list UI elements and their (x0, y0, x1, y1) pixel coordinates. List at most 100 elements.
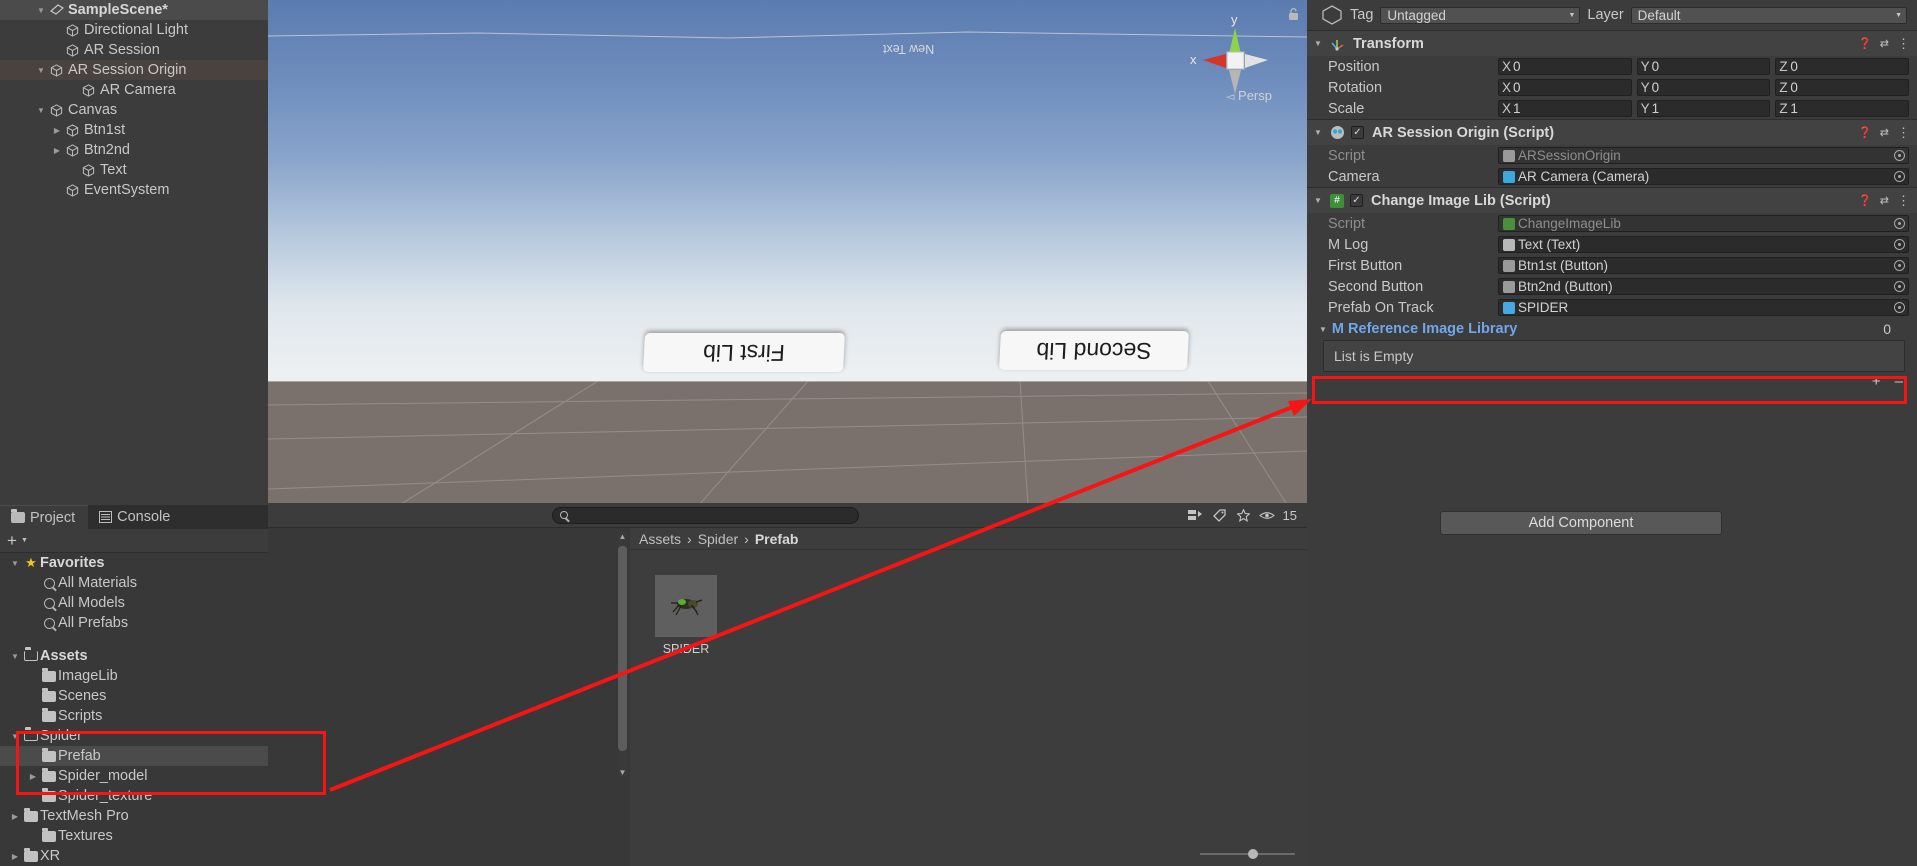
project-tree-scrollbar[interactable]: ▲ ▼ (618, 532, 627, 777)
project-tree-item-xr[interactable]: ▶ XR (0, 846, 268, 866)
chevron-down-icon[interactable]: ▼ (34, 106, 48, 115)
chevron-down-icon[interactable]: ▼ (34, 6, 48, 15)
m-log-object-field[interactable]: Text (Text) (1498, 236, 1909, 253)
chevron-down-icon[interactable]: ▼ (8, 559, 22, 568)
rotation-z-field[interactable]: Z0 (1775, 79, 1910, 96)
rotation-y-field[interactable]: Y0 (1636, 79, 1771, 96)
create-add-icon[interactable]: + (7, 532, 17, 549)
chevron-down-icon[interactable]: ▼ (1319, 325, 1327, 334)
project-tree-item-spider-model[interactable]: ▶ Spider_model (0, 766, 268, 786)
component-menu-icon[interactable]: ⋮ (1897, 36, 1910, 52)
tab-project[interactable]: Project (0, 505, 89, 529)
project-tree-item-all-models[interactable]: All Models (0, 593, 268, 613)
scene-plane-second[interactable]: Second Lib (998, 331, 1190, 370)
filter-by-label-icon[interactable] (1211, 507, 1228, 524)
breadcrumb-assets[interactable]: Assets (639, 531, 681, 547)
add-component-button[interactable]: Add Component (1440, 511, 1722, 535)
component-header[interactable]: ▼ Transform ❓ ⇄ ⋮ (1307, 31, 1917, 56)
lock-icon[interactable] (1288, 8, 1299, 21)
chevron-right-icon[interactable]: ▶ (50, 146, 64, 155)
scale-y-field[interactable]: Y1 (1636, 100, 1771, 117)
second-button-object-field[interactable]: Btn2nd (Button) (1498, 278, 1909, 295)
hierarchy-item-ar-session[interactable]: AR Session (0, 40, 268, 60)
scene-camera-mode[interactable]: ◅ Persp (1226, 88, 1272, 103)
project-tree-item-all-materials[interactable]: All Materials (0, 573, 268, 593)
tab-console[interactable]: Console (88, 505, 183, 529)
scale-x-field[interactable]: X1 (1498, 100, 1632, 117)
chevron-right-icon[interactable]: ▶ (26, 772, 40, 781)
hierarchy-item-text[interactable]: Text (0, 160, 268, 180)
preset-icon[interactable]: ⇄ (1880, 37, 1889, 50)
component-header[interactable]: ▼ # ✓ Change Image Lib (Script) ❓ ⇄ ⋮ (1307, 188, 1917, 213)
help-icon[interactable]: ❓ (1858, 126, 1872, 139)
search-input[interactable] (552, 506, 859, 524)
visibility-eye-icon[interactable] (1259, 507, 1276, 524)
project-tree-item-imagelib[interactable]: ImageLib (0, 666, 268, 686)
hierarchy-item-eventsystem[interactable]: EventSystem (0, 180, 268, 200)
project-tree-item-textures[interactable]: Textures (0, 826, 268, 846)
component-enabled-checkbox[interactable]: ✓ (1350, 194, 1363, 207)
object-picker-icon[interactable] (1894, 260, 1905, 271)
scale-z-field[interactable]: Z1 (1775, 100, 1910, 117)
breadcrumb-spider[interactable]: Spider (698, 531, 738, 547)
project-tree-item-spider-texture[interactable]: Spider_texture (0, 786, 268, 806)
project-tree[interactable]: ▼ ★ Favorites All Materials All Models All Pr… (0, 553, 268, 866)
object-picker-icon[interactable] (1894, 218, 1905, 229)
chevron-down-icon[interactable]: ▼ (34, 66, 48, 75)
layer-dropdown[interactable]: Default ▼ (1630, 6, 1907, 24)
first-button-object-field[interactable]: Btn1st (Button) (1498, 257, 1909, 274)
script-object-field[interactable]: ChangeImageLib (1498, 215, 1909, 232)
component-menu-icon[interactable]: ⋮ (1897, 193, 1910, 209)
chevron-down-icon[interactable]: ▼ (1314, 128, 1324, 137)
component-header[interactable]: ▼ ✓ AR Session Origin (Script) ❓ ⇄ ⋮ (1307, 120, 1917, 145)
project-tree-item-assets[interactable]: ▼ Assets (0, 646, 268, 666)
object-picker-icon[interactable] (1894, 302, 1905, 313)
camera-object-field[interactable]: AR Camera (Camera) (1498, 168, 1909, 185)
help-icon[interactable]: ❓ (1858, 194, 1872, 207)
preset-icon[interactable]: ⇄ (1880, 194, 1889, 207)
filter-by-type-icon[interactable] (1187, 507, 1204, 524)
asset-zoom-slider[interactable] (1200, 849, 1295, 859)
scene-plane-first[interactable]: First Lib (642, 333, 846, 372)
preset-icon[interactable]: ⇄ (1880, 126, 1889, 139)
tag-dropdown[interactable]: Untagged ▼ (1380, 6, 1581, 24)
chevron-down-icon[interactable]: ▼ (8, 732, 22, 741)
project-tree-item-spider[interactable]: ▼ Spider (0, 726, 268, 746)
object-picker-icon[interactable] (1894, 171, 1905, 182)
hierarchy-item-btn2nd[interactable]: ▶ Btn2nd (0, 140, 268, 160)
hierarchy-item-canvas[interactable]: ▼ Canvas (0, 100, 268, 120)
help-icon[interactable]: ❓ (1858, 37, 1872, 50)
search-field[interactable] (567, 507, 858, 523)
script-object-field[interactable]: ARSessionOrigin (1498, 147, 1909, 164)
prefab-on-track-object-field[interactable]: SPIDER (1498, 299, 1909, 316)
rotation-x-field[interactable]: X0 (1498, 79, 1632, 96)
scene-view[interactable]: New Text First Lib Second Lib y x ◅ Pers… (268, 0, 1307, 503)
hierarchy-item-ar-session-origin[interactable]: ▼ AR Session Origin (0, 60, 268, 80)
scrollbar-thumb[interactable] (618, 546, 627, 751)
chevron-right-icon[interactable]: ▶ (50, 126, 64, 135)
hierarchy-item-directional-light[interactable]: Directional Light (0, 20, 268, 40)
project-tree-item-all-prefabs[interactable]: All Prefabs (0, 613, 268, 633)
project-tree-item-scripts[interactable]: Scripts (0, 706, 268, 726)
reference-image-library-list[interactable]: List is Empty (1323, 340, 1905, 372)
breadcrumb-prefab[interactable]: Prefab (755, 531, 799, 547)
chevron-right-icon[interactable]: ▶ (8, 852, 22, 861)
project-tree-item-textmesh-pro[interactable]: ▶ TextMesh Pro (0, 806, 268, 826)
object-picker-icon[interactable] (1894, 150, 1905, 161)
favorite-star-icon[interactable] (1235, 507, 1252, 524)
hierarchy-item-ar-camera[interactable]: AR Camera (0, 80, 268, 100)
project-tree-item-scenes[interactable]: Scenes (0, 686, 268, 706)
component-menu-icon[interactable]: ⋮ (1897, 125, 1910, 141)
chevron-down-icon[interactable]: ▼ (1314, 196, 1324, 205)
hierarchy-panel[interactable]: ▼ SampleScene* Directional Light AR Session… (0, 0, 268, 505)
component-enabled-checkbox[interactable]: ✓ (1351, 126, 1364, 139)
chevron-down-icon[interactable]: ▼ (8, 652, 22, 661)
chevron-right-icon[interactable]: ▶ (8, 812, 22, 821)
list-add-button[interactable]: + (1872, 373, 1881, 390)
asset-item-spider[interactable]: SPIDER (655, 575, 717, 656)
chevron-down-icon[interactable]: ▼ (21, 537, 28, 544)
scroll-up-arrow[interactable]: ▲ (618, 532, 627, 541)
position-x-field[interactable]: X0 (1498, 58, 1632, 75)
asset-zoom-knob[interactable] (1248, 849, 1258, 859)
reference-image-library-header[interactable]: ▼ M Reference Image Library 0 (1307, 318, 1917, 340)
